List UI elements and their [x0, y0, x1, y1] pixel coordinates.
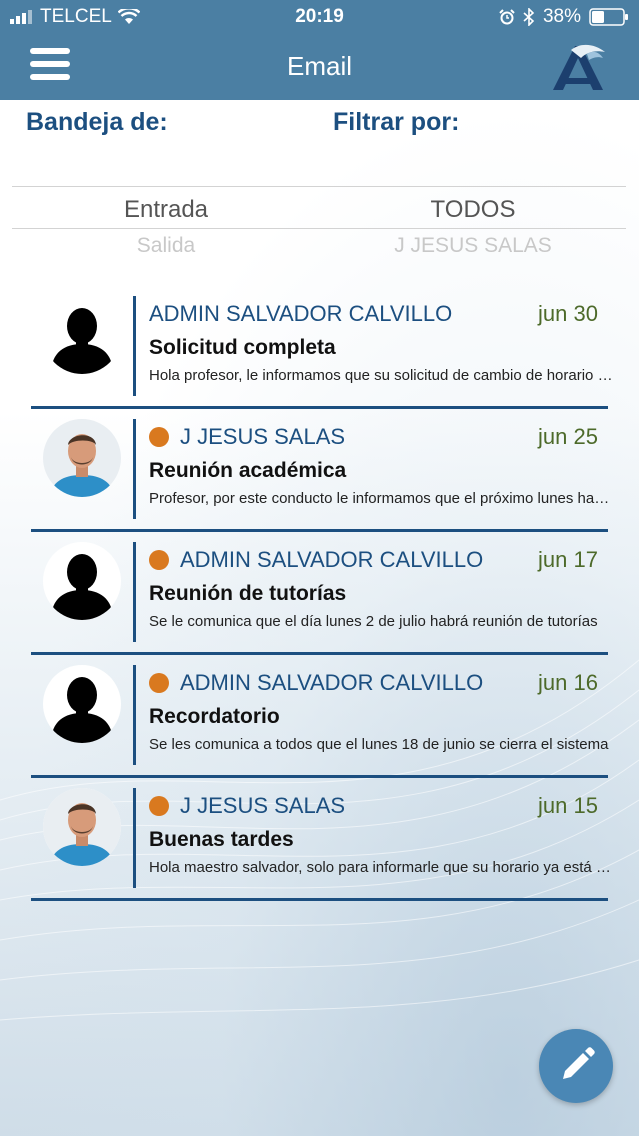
hamburger-icon[interactable] [30, 48, 70, 84]
message-preview: Profesor, por este conducto le informamo… [149, 490, 614, 507]
message-date: jun 15 [538, 793, 598, 818]
filter-bar: Bandeja de: Filtrar por: Entrada Salida … [0, 100, 639, 260]
nav-bar: Email [0, 34, 639, 100]
message-item[interactable]: ADMIN SALVADOR CALVILLO jun 30 Solicitud c… [0, 284, 639, 409]
message-date: jun 25 [538, 424, 598, 449]
message-sender: ADMIN SALVADOR CALVILLO [149, 670, 483, 696]
message-subject: Reunión de tutorías [149, 582, 347, 605]
message-sender: J JESUS SALAS [149, 424, 345, 450]
message-sender: ADMIN SALVADOR CALVILLO [149, 301, 452, 327]
carrier-info: TELCEL [10, 6, 140, 28]
status-right: 38% [499, 6, 629, 28]
carrier-name: TELCEL [40, 6, 112, 27]
message-date: jun 30 [538, 301, 598, 326]
page-title: Email [286, 51, 352, 81]
person-silhouette-icon [51, 677, 113, 743]
message-item[interactable]: ADMIN SALVADOR CALVILLO jun 16 Recordatori… [0, 653, 639, 778]
bluetooth-icon [523, 8, 535, 26]
unread-dot-icon [149, 796, 169, 816]
avatar [43, 542, 121, 620]
battery-percent: 38% [542, 6, 581, 27]
filter-label: Filtrar por: [333, 108, 460, 136]
message-preview: Hola maestro salvador, solo para informa… [149, 859, 614, 876]
mailbox-label: Bandeja de: [26, 108, 168, 136]
message-preview: Se les comunica a todos que el lunes 18 … [149, 736, 609, 753]
signal-icon [10, 10, 32, 24]
person-photo-icon [43, 788, 121, 866]
sender-name: ADMIN SALVADOR CALVILLO [180, 547, 484, 572]
message-item[interactable]: J JESUS SALAS jun 15 Buenas tardes Hola mae… [0, 776, 639, 901]
sender-name: ADMIN SALVADOR CALVILLO [180, 670, 484, 695]
message-subject: Buenas tardes [149, 828, 294, 851]
message-item[interactable]: J JESUS SALAS jun 25 Reunión académica Prof… [0, 407, 639, 532]
row-separator [31, 898, 608, 901]
picker-divider-top [12, 186, 626, 187]
message-subject: Reunión académica [149, 459, 347, 482]
row-separator-vertical [133, 542, 136, 642]
person-photo-icon [43, 419, 121, 497]
mailbox-selected[interactable]: Entrada [66, 196, 266, 224]
avatar [43, 419, 121, 497]
message-item[interactable]: ADMIN SALVADOR CALVILLO jun 17 Reunión de … [0, 530, 639, 655]
row-separator-vertical [133, 788, 136, 888]
unread-dot-icon [149, 673, 169, 693]
message-subject: Solicitud completa [149, 336, 336, 359]
compose-button[interactable] [539, 1029, 613, 1103]
message-sender: ADMIN SALVADOR CALVILLO [149, 547, 483, 573]
message-preview: Se le comunica que el día lunes 2 de jul… [149, 613, 598, 630]
row-separator-vertical [133, 419, 136, 519]
message-preview: Hola profesor, le informamos que su soli… [149, 367, 614, 384]
mailbox-option[interactable]: Salida [66, 234, 266, 258]
person-silhouette-icon [51, 308, 113, 374]
sender-name: J JESUS SALAS [180, 793, 346, 818]
filter-option[interactable]: J JESUS SALAS [333, 234, 613, 258]
sender-name: ADMIN SALVADOR CALVILLO [149, 301, 453, 326]
battery-icon [589, 8, 628, 26]
person-silhouette-icon [51, 554, 113, 620]
message-list: ADMIN SALVADOR CALVILLO jun 30 Solicitud c… [0, 284, 639, 901]
unread-dot-icon [149, 550, 169, 570]
avatar [43, 788, 121, 866]
status-bar: TELCEL 20:19 38% [0, 0, 639, 34]
pencil-icon [563, 1047, 595, 1079]
sender-name: J JESUS SALAS [180, 424, 346, 449]
avatar [43, 296, 121, 374]
alarm-icon [499, 9, 515, 25]
picker-divider-bottom [12, 228, 626, 229]
wifi-icon [117, 9, 140, 24]
app-logo [553, 44, 605, 90]
message-date: jun 16 [538, 670, 598, 695]
avatar [43, 665, 121, 743]
message-subject: Recordatorio [149, 705, 280, 728]
unread-dot-icon [149, 427, 169, 447]
message-sender: J JESUS SALAS [149, 793, 345, 819]
row-separator-vertical [133, 665, 136, 765]
filter-selected[interactable]: TODOS [333, 196, 613, 224]
message-date: jun 17 [538, 547, 598, 572]
row-separator-vertical [133, 296, 136, 396]
